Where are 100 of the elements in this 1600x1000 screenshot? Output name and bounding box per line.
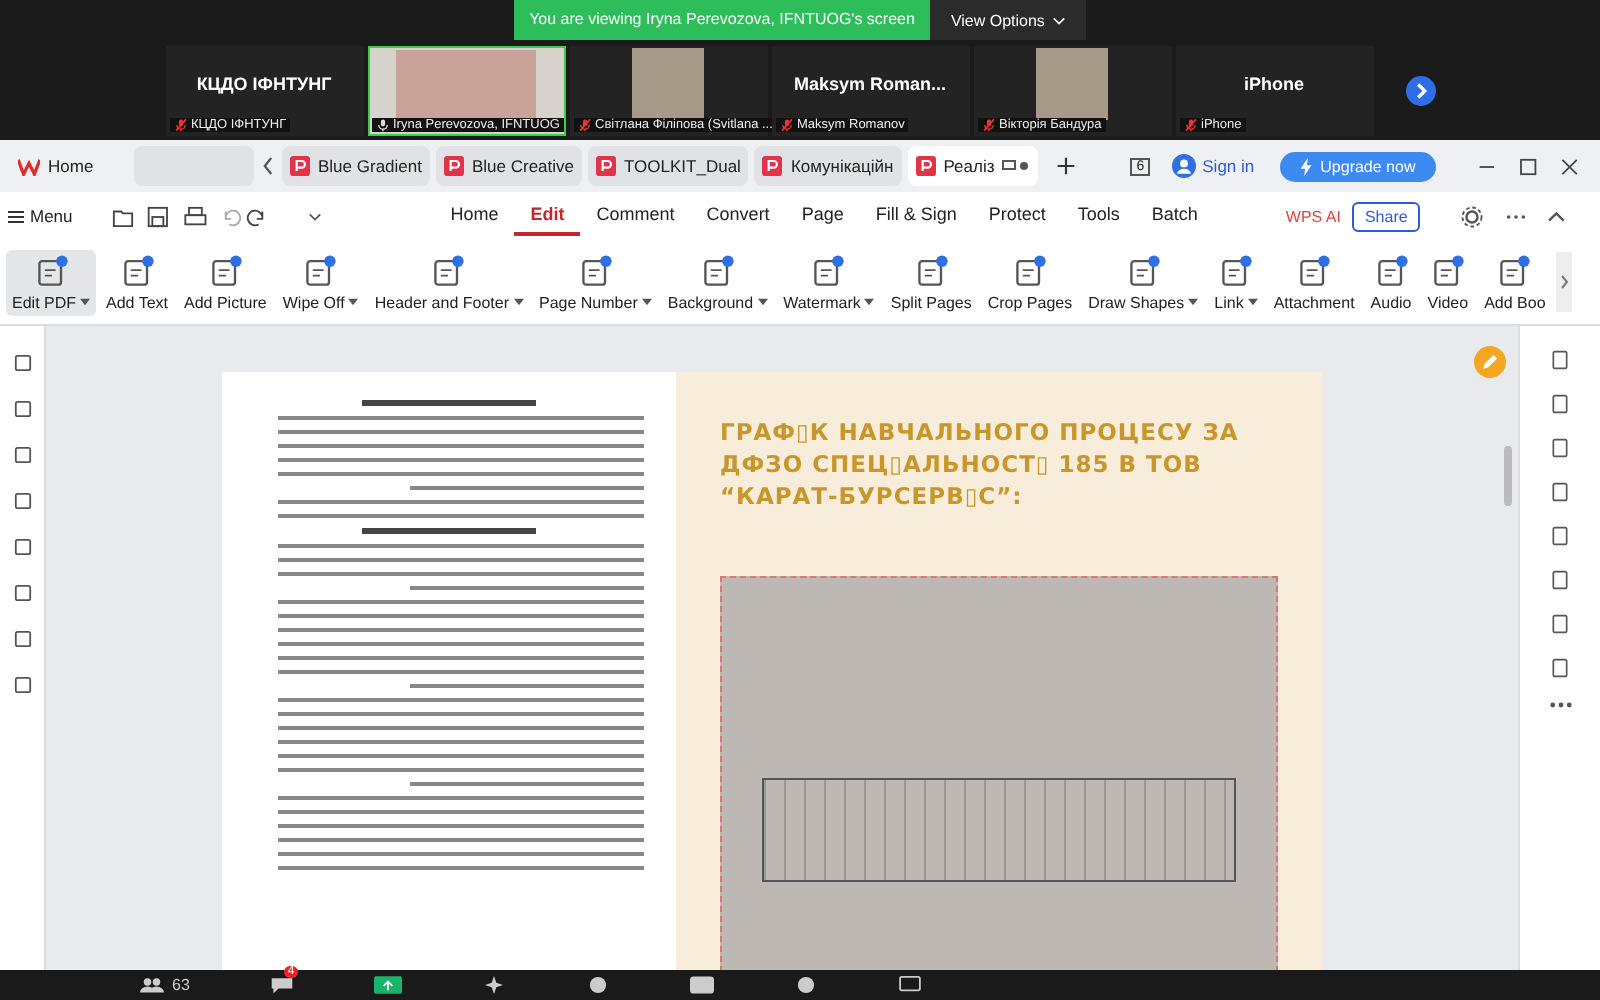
page-icon [302, 253, 339, 289]
sidebar-icon[interactable] [13, 446, 31, 464]
share-button[interactable]: Share [1352, 201, 1420, 231]
page-icon [1496, 253, 1533, 289]
sidebar-icon[interactable] [13, 584, 31, 602]
photo-placeholder [1036, 47, 1108, 119]
sidebar-icon[interactable] [13, 492, 31, 510]
next-page-icon[interactable] [1405, 76, 1435, 106]
wps-ai-button[interactable]: WPS AI [1285, 207, 1341, 225]
toolbar-button[interactable]: Draw Shapes [1082, 249, 1205, 315]
panel-icon[interactable] [1550, 438, 1570, 458]
pdf-icon [443, 156, 464, 176]
toolbar-button[interactable]: Link [1208, 249, 1264, 315]
app-logo-icon [18, 157, 40, 175]
document-tab[interactable]: Blue Gradient [282, 146, 430, 186]
ribbon-tab[interactable]: Tools [1061, 196, 1136, 236]
toolbar-button[interactable]: Header and Footer [368, 249, 529, 315]
panel-icon[interactable] [1550, 350, 1570, 370]
participant-count: 63 [172, 976, 190, 994]
participant-name: Maksym Roman... [793, 73, 947, 93]
toolbar-button[interactable]: Wipe Off [276, 249, 365, 315]
pdf-icon [290, 156, 310, 176]
ribbon-tab[interactable]: Page [785, 196, 860, 236]
page-icon [1217, 253, 1254, 289]
panel-icon[interactable] [1550, 614, 1570, 634]
ribbon-tab[interactable]: Home [434, 196, 515, 236]
scroll-left-icon[interactable] [260, 154, 276, 178]
toolbar-button[interactable]: Background [661, 249, 774, 315]
panel-icon[interactable] [1550, 394, 1570, 414]
toolbar-button[interactable]: Add Text [100, 249, 174, 315]
document-tab[interactable]: Реаліз [907, 146, 1039, 186]
sidebar-icon[interactable] [13, 400, 31, 418]
account-icon[interactable] [1172, 154, 1197, 178]
more-icon[interactable] [1549, 702, 1571, 708]
sparkle-icon[interactable] [481, 976, 506, 994]
captions-icon[interactable] [689, 976, 714, 994]
slide-title: ГРАФ▯К НАВЧАЛЬНОГО ПРОЦЕСУ ЗА ДФЗО СПЕЦ▯АЛЬНОСТ▯ 185 В ТОВ “КАРАТ-БУРСЕРВ▯С”: [720, 416, 1241, 512]
ribbon-tab[interactable]: Fill & Sign [859, 196, 973, 236]
photo-placeholder [632, 47, 704, 119]
view-options-button[interactable]: View Options [930, 0, 1087, 40]
menu-icon [8, 209, 24, 223]
page-icon [1296, 253, 1333, 289]
chevron-right-icon[interactable] [1555, 252, 1572, 312]
panel-icon[interactable] [1550, 526, 1570, 546]
page-icon [33, 253, 69, 289]
participant-name: iPhone [1243, 73, 1304, 93]
ribbon-tab[interactable]: Protect [972, 196, 1062, 236]
tab-status-icon [1002, 160, 1031, 172]
monitor-icon[interactable] [897, 976, 922, 994]
ribbon-tab[interactable]: Batch [1135, 196, 1214, 236]
share-screen-icon[interactable] [373, 976, 402, 994]
document-tab[interactable]: Blue Creative [435, 146, 583, 186]
participants-icon[interactable] [140, 976, 164, 994]
panel-icon[interactable] [1550, 482, 1570, 502]
document-tab[interactable]: TOOLKIT_Dual [588, 146, 749, 186]
ribbon-tab[interactable]: Convert [690, 196, 786, 236]
pdf-icon [596, 156, 617, 176]
toolbar-button[interactable]: Add Picture [178, 249, 273, 315]
ribbon-tab[interactable]: Edit [514, 196, 581, 236]
panel-icon[interactable] [1550, 658, 1570, 678]
ribbon-tab[interactable]: Comment [580, 196, 691, 236]
toolbar-button[interactable]: Watermark [777, 249, 881, 315]
sidebar-icon[interactable] [13, 676, 31, 694]
caret-icon [1052, 15, 1067, 25]
toolbar-button[interactable]: Edit PDF [6, 249, 97, 315]
page-icon [1429, 253, 1466, 289]
pdf-icon [915, 156, 936, 176]
lightning-icon [1300, 157, 1313, 175]
toolbar-button[interactable]: Crop Pages [981, 249, 1079, 315]
sidebar-icon[interactable] [13, 630, 31, 648]
sidebar-icon[interactable] [13, 354, 31, 372]
home-tab[interactable]: Home [8, 146, 128, 186]
toolbar-button[interactable]: Split Pages [884, 249, 978, 315]
toolbar-button[interactable]: Page Number [533, 249, 658, 315]
participant-name: КЦДО ІФНТУНГ [196, 73, 332, 93]
menu-button[interactable]: Menu [8, 206, 73, 226]
toolbar-button[interactable]: Audio [1364, 249, 1418, 315]
sidebar-icon[interactable] [13, 538, 31, 556]
page-icon [430, 253, 467, 289]
pdf-icon [762, 156, 783, 176]
page-icon [1373, 253, 1410, 289]
page-icon [577, 253, 614, 289]
sign-in-link[interactable]: Sign in [1202, 156, 1255, 176]
page-icon [207, 253, 244, 289]
video-placeholder [396, 49, 536, 117]
page-icon [1125, 253, 1162, 289]
toolbar-button[interactable]: Attachment [1267, 249, 1361, 315]
page-icon [699, 253, 736, 289]
page-icon [810, 253, 847, 289]
panel-icon[interactable] [1550, 570, 1570, 590]
record-icon[interactable] [585, 976, 610, 994]
toolbar-button[interactable]: Add Boo [1478, 249, 1552, 315]
caret-icon[interactable] [308, 211, 323, 221]
page-icon [913, 253, 950, 289]
new-tab-icon[interactable] [1056, 156, 1077, 176]
toolbar-button[interactable]: Video [1421, 249, 1475, 315]
document-tab[interactable]: Комунікаційн [754, 146, 902, 186]
reaction-icon[interactable] [793, 976, 818, 994]
screen-share-banner: You are viewing Iryna Perevozova, IFNTUOG's screen [513, 0, 931, 40]
chat-icon[interactable] [269, 976, 294, 994]
